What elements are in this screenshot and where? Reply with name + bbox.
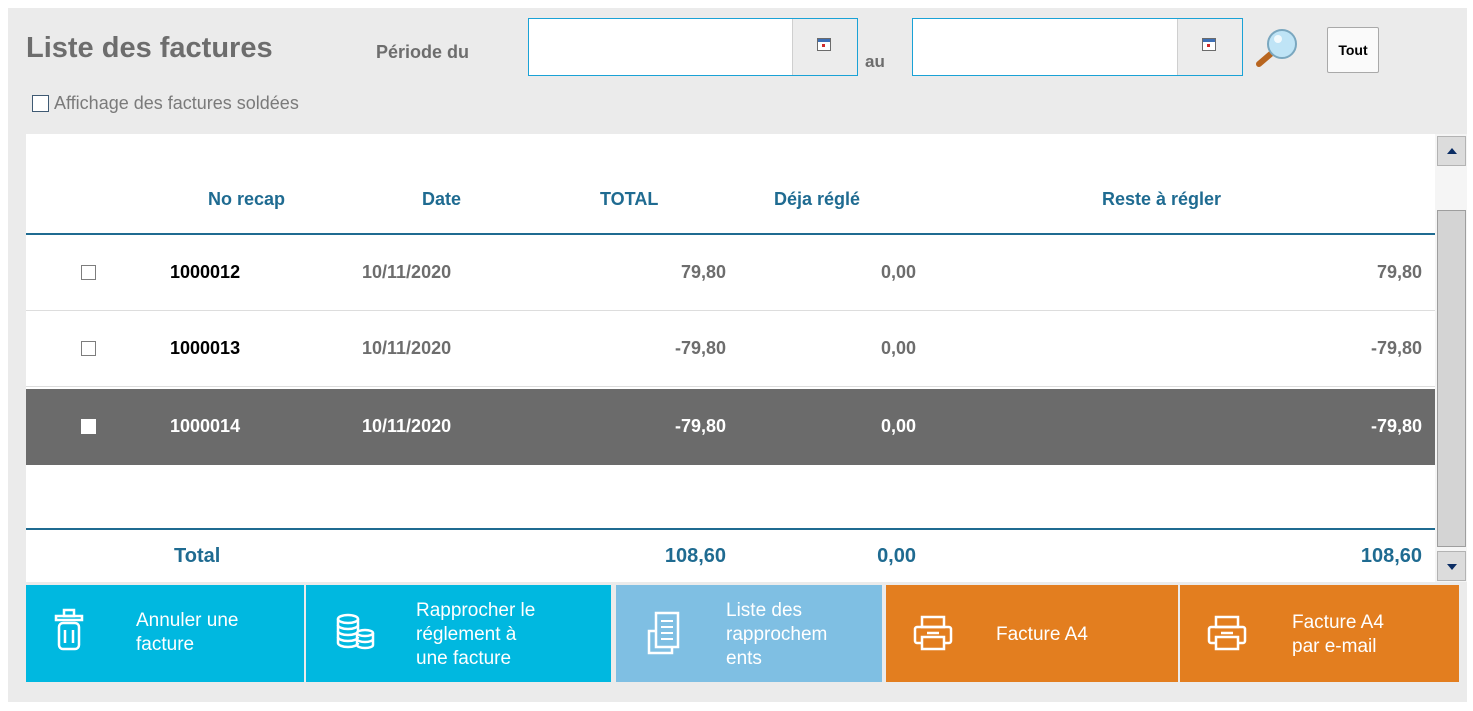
facture-a4-button[interactable]: Facture A4 xyxy=(886,585,1178,682)
magnifier-icon xyxy=(1256,29,1297,67)
trash-icon xyxy=(54,608,84,651)
period-from-calendar-button[interactable] xyxy=(792,19,857,75)
annuler-label-line-2: facture xyxy=(136,634,195,655)
cell-no-recap: 1000012 xyxy=(170,262,241,282)
search-button[interactable] xyxy=(1251,26,1303,72)
rapprocher-label-line-2: réglement à xyxy=(416,624,517,645)
row-checkbox[interactable] xyxy=(81,341,96,356)
scroll-down-button[interactable] xyxy=(1437,551,1466,581)
cell-no-recap: 1000014 xyxy=(170,416,241,436)
document-list-icon xyxy=(647,611,680,655)
total-divider xyxy=(26,528,1435,530)
coins-icon xyxy=(336,613,375,650)
cell-deja-regle: 0,00 xyxy=(880,416,916,436)
row-divider xyxy=(26,386,1435,387)
rapprocher-label-line-3: une facture xyxy=(416,648,512,669)
cell-date: 10/11/2020 xyxy=(362,416,452,436)
period-from-label: Période du xyxy=(376,42,470,62)
facture-a4-email-label-line-1: Facture A4 xyxy=(1292,612,1384,633)
table-row-selected[interactable]: 1000014 10/11/2020 -79,80 0,00 -79,80 xyxy=(26,389,1435,465)
rapprocher-label-line-1: Rapprocher le xyxy=(416,600,536,621)
cell-total: 79,80 xyxy=(680,262,726,282)
calendar-icon xyxy=(1202,38,1216,51)
facture-a4-email-label-line-2: par e-mail xyxy=(1292,636,1377,657)
period-to-label: au xyxy=(865,52,885,71)
total-amount: 108,60 xyxy=(664,545,726,567)
annuler-facture-button[interactable]: Annuler une facture xyxy=(26,585,304,682)
cell-date: 10/11/2020 xyxy=(362,262,452,282)
printer-icon xyxy=(1207,615,1247,651)
invoice-table: No recap Date TOTAL Déja réglé Reste à r… xyxy=(26,134,1435,582)
calendar-icon xyxy=(817,38,831,51)
liste-label-line-3: ents xyxy=(726,648,762,669)
row-checkbox[interactable] xyxy=(81,265,96,280)
rapprocher-button[interactable]: Rapprocher le réglement à une facture xyxy=(306,585,611,682)
total-deja-regle: 0,00 xyxy=(877,545,916,567)
tout-button[interactable]: Tout xyxy=(1327,27,1379,73)
vertical-scrollbar[interactable] xyxy=(1435,134,1467,582)
period-to-calendar-button[interactable] xyxy=(1177,19,1242,75)
row-checkbox[interactable] xyxy=(81,419,96,434)
column-header-date[interactable]: Date xyxy=(422,189,461,210)
column-header-no-recap[interactable]: No recap xyxy=(208,189,285,210)
show-paid-label: Affichage des factures soldées xyxy=(54,92,299,113)
period-to-field[interactable] xyxy=(912,18,1243,76)
cell-date: 10/11/2020 xyxy=(362,338,452,358)
table-row[interactable]: 1000013 10/11/2020 -79,80 0,00 -79,80 xyxy=(26,311,1435,387)
printer-icon xyxy=(913,615,953,651)
scroll-up-button[interactable] xyxy=(1437,136,1466,166)
cell-deja-regle: 0,00 xyxy=(880,262,916,282)
invoice-list-panel: Liste des factures Période du au Tout Af… xyxy=(8,8,1467,702)
total-label: Total xyxy=(174,545,221,567)
show-paid-checkbox[interactable] xyxy=(32,94,49,112)
liste-rapprochements-button[interactable]: Liste des rapprochem ents xyxy=(616,585,882,682)
cell-reste: -79,80 xyxy=(1370,338,1422,358)
column-header-reste-a-regler[interactable]: Reste à régler xyxy=(1102,189,1221,210)
show-paid-toggle[interactable]: Affichage des factures soldées xyxy=(32,92,299,114)
facture-a4-label: Facture A4 xyxy=(996,624,1088,645)
page-title: Liste des factures xyxy=(26,32,273,64)
column-header-deja-regle[interactable]: Déja réglé xyxy=(774,189,860,210)
cell-total: -79,80 xyxy=(674,338,726,358)
annuler-label-line-1: Annuler une xyxy=(136,610,239,631)
total-reste: 108,60 xyxy=(1360,545,1422,567)
liste-label-line-1: Liste des xyxy=(726,600,803,621)
liste-label-line-2: rapprochem xyxy=(726,624,828,645)
period-from-field[interactable] xyxy=(528,18,858,76)
cell-total: -79,80 xyxy=(674,416,726,436)
arrow-up-icon xyxy=(1447,148,1457,154)
cell-deja-regle: 0,00 xyxy=(880,338,916,358)
column-header-total[interactable]: TOTAL xyxy=(600,189,658,210)
cell-reste: 79,80 xyxy=(1376,262,1422,282)
scroll-thumb[interactable] xyxy=(1437,210,1466,547)
facture-a4-email-button[interactable]: Facture A4 par e-mail xyxy=(1180,585,1459,682)
arrow-down-icon xyxy=(1447,564,1457,570)
table-row[interactable]: 1000012 10/11/2020 79,80 0,00 79,80 xyxy=(26,235,1435,311)
cell-no-recap: 1000013 xyxy=(170,338,241,358)
cell-reste: -79,80 xyxy=(1370,416,1422,436)
